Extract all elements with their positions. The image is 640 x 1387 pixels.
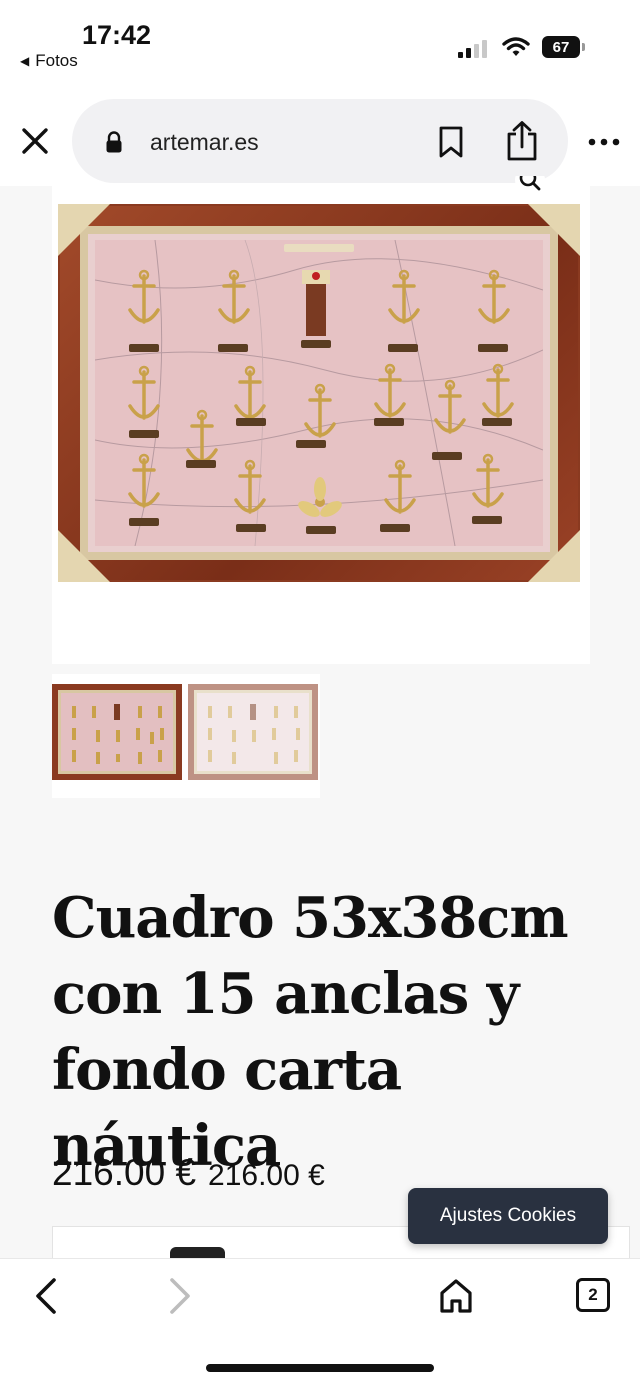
- cookie-settings-button[interactable]: Ajustes Cookies: [408, 1188, 608, 1244]
- back-triangle-icon: ◀: [20, 54, 30, 68]
- anchor-icon: [374, 363, 406, 426]
- anchor-icon: [482, 363, 514, 426]
- battery-tip: [582, 43, 585, 51]
- home-indicator[interactable]: [206, 1364, 434, 1372]
- lighthouse-icon: [301, 270, 331, 348]
- price-row: 216.00 € 216.00 €: [52, 1152, 325, 1194]
- thumbnail-2[interactable]: [188, 684, 318, 780]
- product-price: 216.00 €: [52, 1152, 197, 1193]
- tab-count: 2: [588, 1285, 598, 1304]
- chevron-right-icon[interactable]: [164, 1276, 196, 1316]
- back-app-label: Fotos: [35, 51, 78, 70]
- anchor-icon: [478, 269, 510, 352]
- anchor-icon: [128, 453, 160, 526]
- product-title-line: Cuadro 53x38cm: [52, 885, 569, 951]
- anchor-icon: [218, 269, 250, 352]
- home-icon[interactable]: [438, 1276, 474, 1316]
- anchor-icon: [472, 453, 504, 524]
- bookmark-icon[interactable]: [438, 126, 464, 158]
- chevron-left-icon[interactable]: [30, 1276, 62, 1316]
- battery-indicator: 67: [542, 36, 580, 58]
- anchor-collection: [128, 269, 514, 534]
- anchor-icon: [380, 459, 416, 532]
- address-bar[interactable]: [72, 99, 568, 183]
- zoom-icon[interactable]: [512, 176, 554, 200]
- anchor-icon: [388, 269, 420, 352]
- close-icon[interactable]: [18, 124, 52, 158]
- anchor-icon: [296, 383, 336, 448]
- thumbnail-1[interactable]: [52, 684, 182, 780]
- propeller-icon: [298, 477, 342, 534]
- url-text[interactable]: artemar.es: [150, 129, 259, 156]
- cellular-signal-icon: [458, 38, 487, 58]
- anchor-icon: [186, 409, 218, 468]
- anchor-icon: [128, 365, 160, 438]
- browser-bar: [0, 78, 640, 186]
- wifi-icon: [502, 37, 530, 56]
- anchor-icon: [432, 379, 466, 460]
- tabs-icon[interactable]: 2: [576, 1278, 610, 1312]
- status-time: 17:42: [82, 20, 152, 50]
- anchor-icon: [128, 269, 160, 352]
- share-icon[interactable]: [504, 120, 540, 162]
- lock-icon: [106, 131, 122, 153]
- anchor-icon: [234, 459, 266, 532]
- anchor-icon: [234, 365, 266, 426]
- back-to-app-link[interactable]: ◀ Fotos: [20, 51, 78, 71]
- more-icon[interactable]: [588, 136, 620, 148]
- product-title-line: con 15 anclas y: [52, 961, 519, 1027]
- product-price-secondary: 216.00 €: [208, 1159, 325, 1192]
- product-title: Cuadro 53x38cm con 15 anclas y fondo car…: [52, 880, 612, 1184]
